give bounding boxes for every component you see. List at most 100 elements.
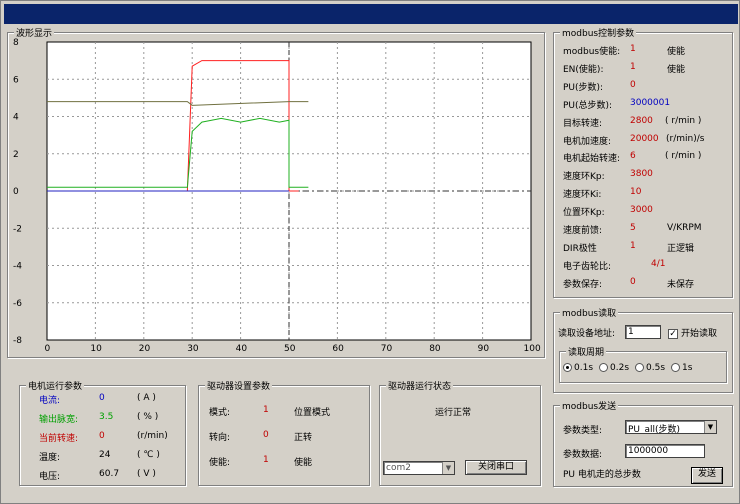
x-tick-label: 80: [429, 344, 441, 354]
modbus-param-desc: 使能: [667, 64, 686, 75]
chevron-down-icon[interactable]: ▼: [442, 462, 454, 474]
motor-param-label: 当前转速:: [39, 434, 79, 444]
motor-params-title: 电机运行参数: [26, 379, 85, 392]
motor-param-unit: ( ℃ ): [137, 450, 160, 460]
motor-param-unit: ( V ): [137, 469, 156, 479]
period-label: 0.5s: [646, 363, 666, 373]
waveform-chart: 0 10 20 30 40 50 60 70 80 90 10086420-2-4-6-8: [13, 38, 541, 354]
period-label: 0.2s: [610, 363, 630, 373]
modbus-param-label: 速度环Ki:: [563, 190, 602, 201]
param-type-label: 参数类型:: [563, 426, 603, 436]
radio-icon[interactable]: [563, 363, 572, 372]
radio-icon[interactable]: [671, 363, 681, 372]
modbus-param-value: 1: [630, 61, 636, 72]
modbus-param-value: 5: [630, 223, 636, 233]
main-window: 波形显示 0 10 20 30 40 50 60 70 80 90 100 8 6 4 2 0 -2 -4 -6 -8…: [0, 0, 740, 504]
period-radio-0-2s[interactable]: 0.2s: [599, 363, 629, 373]
driver-status-text: 运行正常: [435, 408, 472, 418]
motor-param-unit: ( A ): [137, 393, 156, 403]
motor-param-value: 3.5: [99, 412, 114, 422]
send-button[interactable]: 发送: [691, 467, 723, 484]
x-tick-label: 40: [236, 344, 248, 354]
driver-setting-desc: 使能: [294, 458, 313, 468]
x-tick-label: 60: [332, 344, 344, 354]
radio-icon[interactable]: [635, 363, 645, 372]
param-data-input[interactable]: 1000000: [625, 444, 705, 458]
param-type-select[interactable]: PU_all(步数) ▼: [625, 420, 717, 434]
driver-setting-value: 0: [263, 430, 269, 440]
modbus-param-label: PU(步数):: [563, 82, 604, 93]
modbus-param-label: 速度环Kp:: [563, 172, 605, 183]
modbus-param-label: 速度前馈:: [563, 226, 603, 236]
port-select[interactable]: com2 ▼: [383, 461, 455, 475]
port-select-value: com2: [386, 463, 411, 473]
modbus-param-label: 电子齿轮比:: [563, 261, 612, 272]
motor-param-label: 电流:: [39, 396, 61, 406]
y-tick-label: -8: [13, 336, 22, 346]
start-read-label: 开始读取: [681, 329, 718, 339]
period-label: 1s: [682, 363, 693, 373]
motor-param-value: 60.7: [99, 469, 120, 479]
x-tick-label: 50: [284, 344, 296, 354]
modbus-param-desc: V/KRPM: [667, 223, 702, 233]
x-tick-label: 90: [478, 344, 490, 354]
modbus-param-value: 3000001: [630, 97, 671, 108]
motor-param-value: 24: [99, 450, 111, 460]
x-tick-label: 100: [524, 344, 541, 354]
modbus-param-value: 1: [630, 44, 636, 54]
param-data-label: 参数数据:: [563, 450, 603, 460]
motor-param-value: 0: [99, 431, 105, 441]
close-port-button[interactable]: 关闭串口: [465, 460, 527, 475]
checkmark-icon[interactable]: ✓: [668, 328, 678, 339]
x-tick-label: 10: [90, 344, 102, 354]
modbus-param-value: 4/1: [651, 258, 666, 269]
param-hint: PU 电机走的总步数: [563, 470, 641, 480]
read-address-label: 读取设备地址:: [558, 329, 616, 339]
modbus-param-value: 0: [630, 79, 636, 90]
y-tick-label: -2: [13, 224, 22, 234]
title-bar[interactable]: [4, 4, 738, 24]
modbus-param-label: DIR极性: [563, 243, 597, 254]
modbus-param-label: modbus使能:: [563, 47, 621, 57]
modbus-param-desc: 使能: [667, 47, 686, 57]
period-radio-1s[interactable]: 1s: [671, 363, 692, 373]
modbus-param-label: 电机加速度:: [563, 136, 612, 147]
driver-setting-value: 1: [263, 455, 269, 465]
modbus-param-label: 目标转速:: [563, 118, 603, 129]
driver-setting-label: 使能:: [209, 458, 231, 468]
modbus-param-value: 10: [630, 187, 642, 198]
modbus-param-value: 2800: [630, 115, 653, 126]
x-tick-label: 70: [381, 344, 393, 354]
driver-setting-desc: 位置模式: [294, 408, 331, 418]
read-address-input[interactable]: 1: [625, 325, 661, 339]
modbus-param-value: 20000: [630, 133, 659, 144]
y-tick-label: -4: [13, 262, 22, 272]
read-period-title: 读取周期: [566, 345, 607, 358]
chevron-down-icon[interactable]: ▼: [704, 421, 716, 433]
modbus-param-label: EN(使能):: [563, 64, 604, 75]
modbus-read-title: modbus读取: [560, 306, 619, 319]
y-tick-label: 2: [13, 150, 19, 160]
modbus-param-label: 位置环Kp:: [563, 208, 605, 219]
y-tick-label: 0: [13, 187, 19, 197]
modbus-send-title: modbus发送: [560, 399, 619, 412]
read-period-options: 0.1s 0.2s 0.5s 1s: [563, 363, 698, 373]
motor-param-label: 电压:: [39, 472, 61, 482]
motor-param-label: 温度:: [39, 453, 61, 463]
radio-icon[interactable]: [599, 363, 609, 372]
modbus-param-value: 6: [630, 151, 636, 162]
y-tick-label: 8: [13, 38, 19, 48]
period-radio-0-5s[interactable]: 0.5s: [635, 363, 665, 373]
modbus-param-value: 3000: [630, 205, 653, 216]
motor-param-unit: ( % ): [137, 412, 159, 422]
start-read-checkbox[interactable]: ✓ 开始读取: [668, 326, 717, 339]
modbus-param-value: 3800: [630, 169, 653, 180]
period-radio-0-1s[interactable]: 0.1s: [563, 363, 593, 373]
period-label: 0.1s: [574, 363, 594, 373]
x-tick-label: 0: [45, 344, 51, 354]
y-tick-label: 4: [13, 113, 19, 123]
modbus-param-desc: 未保存: [667, 279, 695, 290]
param-type-value: PU_all(步数): [628, 425, 681, 434]
driver-settings-title: 驱动器设置参数: [205, 379, 273, 392]
modbus-param-label: 电机起始转速:: [563, 154, 621, 165]
